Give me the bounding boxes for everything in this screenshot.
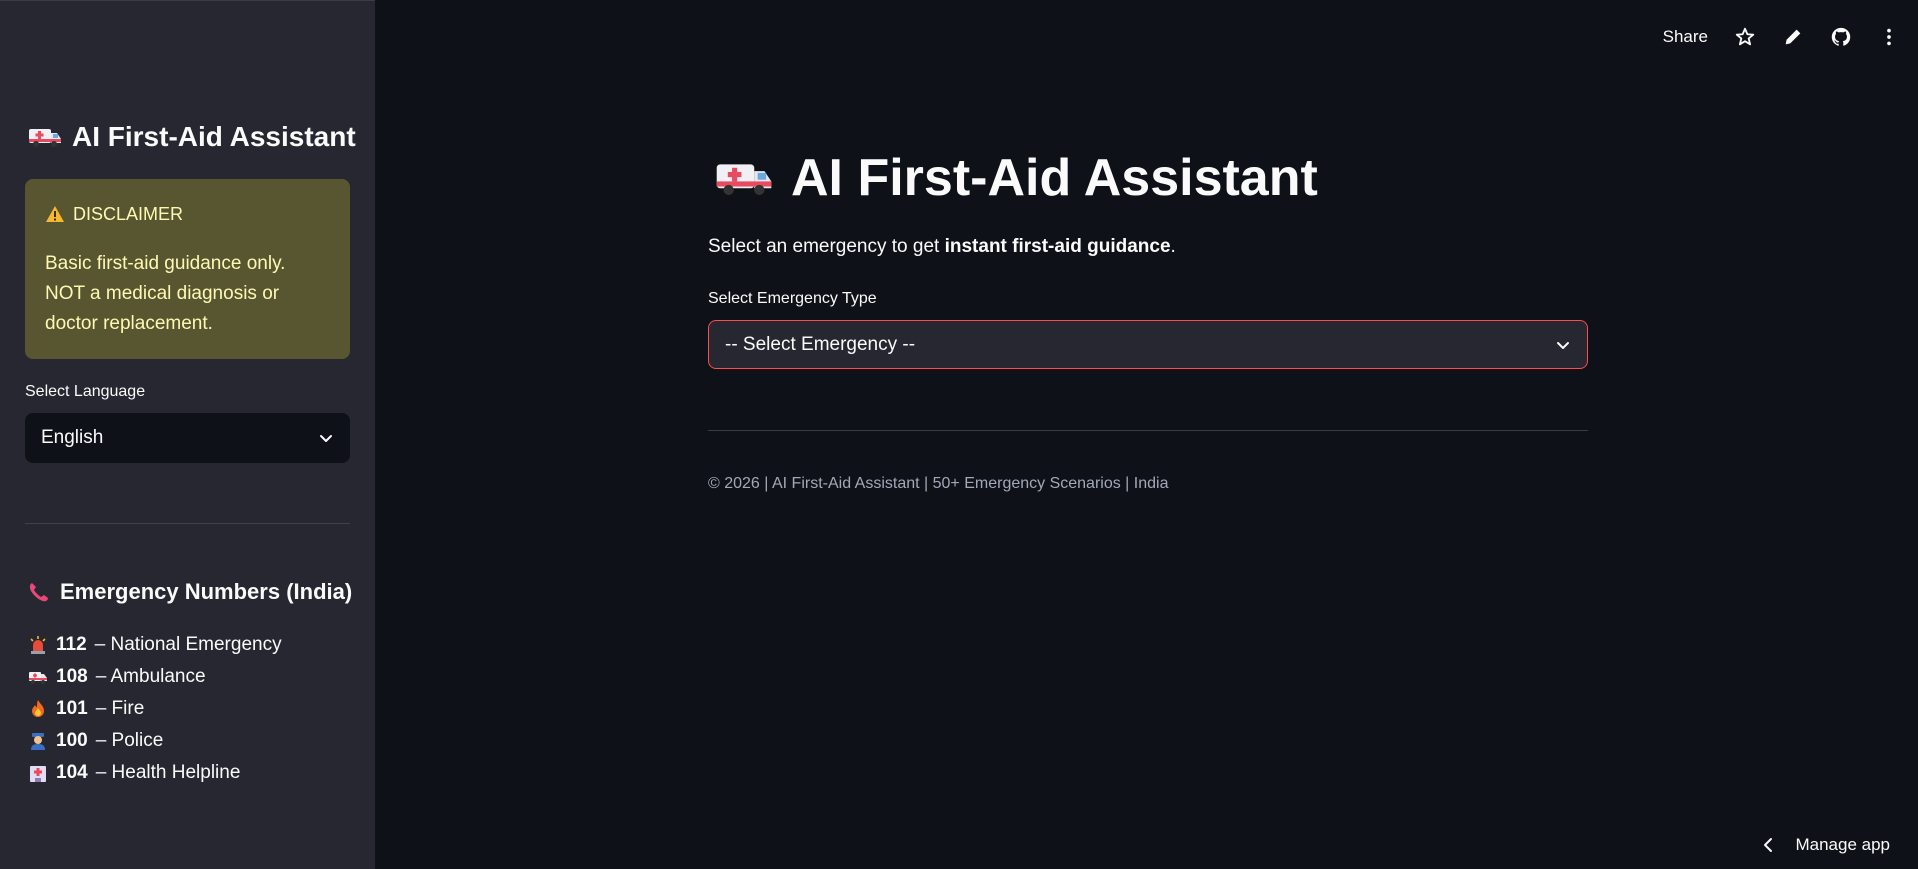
disclaimer-heading: DISCLAIMER — [45, 199, 330, 229]
emergency-number: 112 — [56, 634, 87, 655]
edit-button[interactable] — [1782, 26, 1804, 48]
emergency-number: 108 — [56, 666, 88, 687]
star-icon — [1735, 27, 1755, 46]
footer-text: © 2026 | AI First-Aid Assistant | 50+ Em… — [708, 475, 1169, 492]
emergency-numbers-list: 112 – National Emergency 108 – Ambulance — [28, 629, 282, 789]
emergency-numbers-title: Emergency Numbers (India) — [28, 579, 352, 605]
hospital-icon — [30, 766, 46, 782]
disclaimer-heading-text: DISCLAIMER — [73, 204, 184, 224]
warning-icon — [46, 206, 64, 222]
star-button[interactable] — [1734, 26, 1756, 48]
more-vertical-icon — [1887, 28, 1891, 46]
chevron-down-icon — [320, 435, 332, 442]
language-label: Select Language — [25, 383, 146, 400]
manage-app-button[interactable]: Manage app — [1761, 835, 1890, 855]
emergency-label: – National Emergency — [94, 634, 282, 655]
siren-icon — [30, 636, 46, 654]
ambulance-icon — [716, 164, 772, 196]
chevron-down-icon — [1557, 341, 1569, 349]
emergency-label: – Police — [95, 730, 164, 751]
disclaimer-box: DISCLAIMER Basic first-aid guidance only… — [25, 179, 350, 359]
sidebar: AI First-Aid Assistant DISCLAIMER Basic … — [0, 0, 375, 869]
emergency-number: 104 — [56, 762, 88, 783]
ambulance-icon — [29, 129, 61, 147]
github-icon — [1831, 27, 1851, 46]
app-root: AI First-Aid Assistant DISCLAIMER Basic … — [0, 0, 1918, 869]
disclaimer-text: Basic first-aid guidance only. NOT a med… — [45, 253, 286, 334]
emergency-label: – Fire — [95, 698, 145, 719]
github-button[interactable] — [1830, 26, 1852, 48]
list-item: 112 – National Emergency — [28, 629, 282, 661]
list-item: 101 – Fire — [28, 693, 282, 725]
page-subtitle: Select an emergency to get instant first… — [708, 236, 1176, 258]
subtitle-bold: instant first-aid guidance — [944, 236, 1171, 257]
emergency-type-value: -- Select Emergency -- — [725, 333, 916, 355]
emergency-label: – Ambulance — [95, 666, 206, 687]
emergency-label: – Health Helpline — [95, 762, 241, 783]
manage-app-label: Manage app — [1795, 835, 1890, 854]
emergency-number: 101 — [56, 698, 88, 719]
main-menu-button[interactable] — [1878, 26, 1900, 48]
page-title: AI First-Aid Assistant — [715, 148, 1318, 208]
list-item: 108 – Ambulance — [28, 661, 282, 693]
emergency-numbers-title-text: Emergency Numbers (India) — [60, 579, 353, 604]
ambulance-icon — [29, 672, 47, 684]
list-item: 104 – Health Helpline — [28, 757, 282, 789]
sidebar-title: AI First-Aid Assistant — [28, 121, 356, 153]
list-item: 100 – Police — [28, 725, 282, 757]
chevron-left-icon — [1764, 838, 1773, 852]
sidebar-divider — [25, 523, 350, 524]
page-title-text: AI First-Aid Assistant — [791, 149, 1318, 207]
police-icon — [31, 733, 45, 750]
top-toolbar: Share — [1663, 26, 1900, 48]
share-button[interactable]: Share — [1663, 27, 1708, 47]
telephone-icon — [29, 583, 48, 602]
pencil-icon — [1785, 29, 1801, 45]
emergency-number: 100 — [56, 730, 88, 751]
sidebar-title-text: AI First-Aid Assistant — [72, 121, 356, 152]
main-divider — [708, 430, 1588, 431]
emergency-type-label: Select Emergency Type — [708, 290, 877, 307]
language-select[interactable]: English — [25, 413, 350, 463]
subtitle-suffix: . — [1170, 236, 1176, 257]
emergency-type-select[interactable]: -- Select Emergency -- — [708, 320, 1588, 369]
fire-icon — [32, 700, 44, 717]
language-selected-value: English — [41, 427, 104, 448]
subtitle-prefix: Select an emergency to get — [708, 236, 945, 257]
